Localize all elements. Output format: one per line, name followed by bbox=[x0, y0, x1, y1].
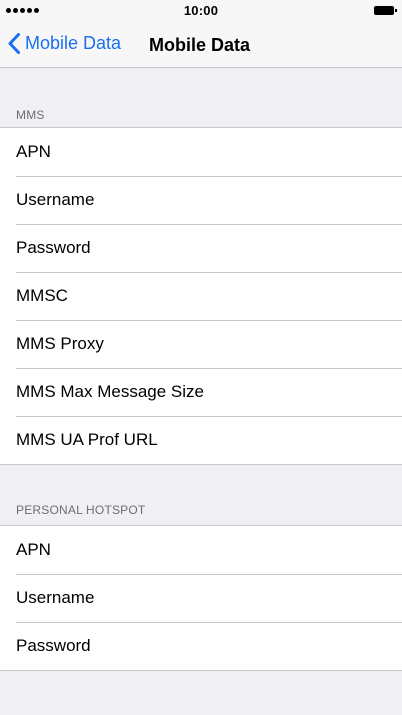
mms-username-row[interactable]: Username bbox=[0, 176, 402, 224]
hotspot-apn-row[interactable]: APN bbox=[0, 526, 402, 574]
row-label: Username bbox=[16, 588, 95, 607]
back-button[interactable]: Mobile Data bbox=[8, 33, 121, 54]
mms-ua-prof-url-row[interactable]: MMS UA Prof URL bbox=[0, 416, 402, 464]
row-label: MMS Proxy bbox=[16, 334, 104, 353]
chevron-left-icon bbox=[8, 33, 20, 54]
section-header-personal-hotspot: PERSONAL HOTSPOT bbox=[16, 503, 146, 517]
row-label: APN bbox=[16, 142, 51, 161]
mms-proxy-row[interactable]: MMS Proxy bbox=[0, 320, 402, 368]
mms-apn-row[interactable]: APN bbox=[0, 128, 402, 176]
row-label: Password bbox=[16, 636, 91, 655]
hotspot-username-row[interactable]: Username bbox=[0, 574, 402, 622]
personal-hotspot-settings-group: APN Username Password bbox=[0, 525, 402, 671]
mms-settings-group: APN Username Password MMSC MMS Proxy MMS… bbox=[0, 127, 402, 465]
row-label: MMS UA Prof URL bbox=[16, 430, 158, 449]
page-title: Mobile Data bbox=[149, 35, 251, 55]
row-label: APN bbox=[16, 540, 51, 559]
status-time: 10:00 bbox=[183, 3, 219, 18]
mms-password-row[interactable]: Password bbox=[0, 224, 402, 272]
row-label: Password bbox=[16, 238, 91, 257]
navigation-bar: Mobile Data Mobile Data bbox=[0, 22, 402, 68]
section-header-mms: MMS bbox=[16, 108, 45, 122]
row-label: MMS Max Message Size bbox=[16, 382, 204, 401]
battery-icon bbox=[374, 6, 397, 15]
row-label: Username bbox=[16, 190, 95, 209]
row-label: MMSC bbox=[16, 286, 68, 305]
mms-max-message-size-row[interactable]: MMS Max Message Size bbox=[0, 368, 402, 416]
hotspot-password-row[interactable]: Password bbox=[0, 622, 402, 670]
mmsc-row[interactable]: MMSC bbox=[0, 272, 402, 320]
back-button-label: Mobile Data bbox=[25, 33, 122, 53]
status-bar: 10:00 bbox=[0, 0, 402, 22]
